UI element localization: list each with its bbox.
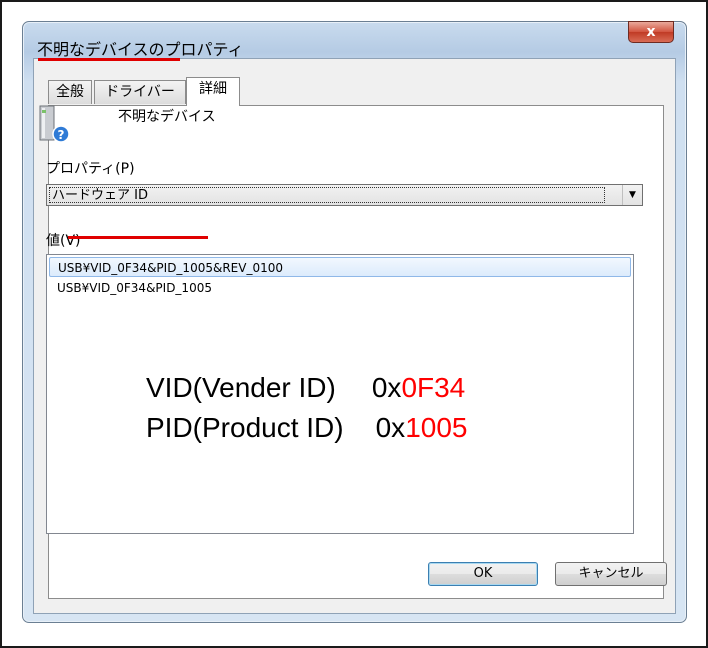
pid-label: PID(Product ID) (146, 412, 344, 443)
svg-text:?: ? (58, 128, 65, 142)
property-label: プロパティ(P) (46, 161, 135, 177)
vid-annotation: VID(Vender ID) 0x0F34 (146, 372, 465, 404)
tab-driver[interactable]: ドライバー (94, 80, 186, 104)
device-name: 不明なデバイス (118, 109, 216, 125)
vid-label: VID(Vender ID) (146, 372, 336, 403)
vid-value: 0F34 (401, 372, 466, 403)
property-highlight-underline (68, 236, 208, 239)
title-highlight-underline (38, 58, 180, 61)
list-item[interactable]: USB¥VID_0F34&PID_1005 (49, 278, 212, 298)
dropdown-arrow-icon[interactable]: ▼ (622, 185, 642, 205)
tab-details[interactable]: 詳細 (186, 77, 240, 106)
property-select[interactable]: ハードウェア ID ▼ (46, 184, 643, 206)
value-label: 値(V) (46, 233, 81, 249)
list-item[interactable]: USB¥VID_0F34&PID_1005&REV_0100 (49, 257, 631, 277)
cancel-button[interactable]: キャンセル (555, 562, 667, 586)
pid-prefix: 0x (375, 412, 406, 443)
unknown-device-icon: ? (39, 105, 70, 143)
close-button[interactable]: x (628, 21, 674, 43)
window-title: 不明なデバイスのプロパティ (37, 40, 244, 59)
property-selected-value: ハードウェア ID (49, 187, 605, 203)
ok-button[interactable]: OK (428, 562, 538, 586)
vid-prefix: 0x (371, 372, 402, 403)
pid-annotation: PID(Product ID) 0x1005 (146, 412, 467, 444)
pid-value: 1005 (405, 412, 468, 443)
tab-general[interactable]: 全般 (48, 80, 92, 104)
